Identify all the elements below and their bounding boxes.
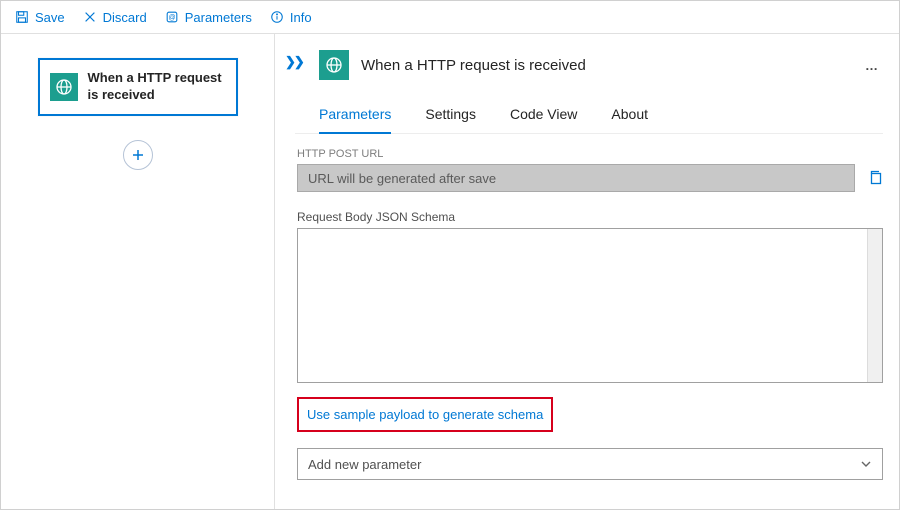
- sample-payload-highlight: Use sample payload to generate schema: [297, 397, 553, 432]
- schema-textarea[interactable]: [297, 228, 883, 383]
- panel-tabs: Parameters Settings Code View About: [295, 100, 883, 134]
- add-new-parameter-label: Add new parameter: [308, 457, 421, 472]
- http-post-url-field: URL will be generated after save: [297, 164, 855, 192]
- canvas-sidebar: When a HTTP request is received: [1, 34, 275, 509]
- parameters-icon: @: [165, 10, 179, 24]
- tab-parameters[interactable]: Parameters: [319, 100, 391, 134]
- parameters-label: Parameters: [185, 10, 252, 25]
- schema-label: Request Body JSON Schema: [297, 210, 883, 224]
- http-trigger-icon: [319, 50, 349, 80]
- discard-icon: [83, 10, 97, 24]
- add-new-parameter-dropdown[interactable]: Add new parameter: [297, 448, 883, 480]
- discard-button[interactable]: Discard: [75, 6, 155, 29]
- http-post-url-label: HTTP POST URL: [297, 148, 883, 160]
- discard-label: Discard: [103, 10, 147, 25]
- use-sample-payload-link[interactable]: Use sample payload to generate schema: [307, 407, 543, 422]
- http-post-url-value: URL will be generated after save: [308, 171, 496, 186]
- chevron-down-icon: [860, 458, 872, 470]
- details-panel: ❯❯ When a HTTP request is received … Par…: [275, 34, 899, 509]
- save-label: Save: [35, 10, 65, 25]
- collapse-panel-button[interactable]: ❯❯: [285, 54, 303, 70]
- save-button[interactable]: Save: [7, 6, 73, 29]
- save-icon: [15, 10, 29, 24]
- trigger-card[interactable]: When a HTTP request is received: [38, 58, 238, 116]
- tab-settings[interactable]: Settings: [425, 100, 476, 134]
- svg-text:@: @: [168, 15, 175, 22]
- tab-about[interactable]: About: [611, 100, 648, 134]
- panel-title: When a HTTP request is received: [349, 57, 865, 74]
- tab-code-view[interactable]: Code View: [510, 100, 577, 134]
- copy-url-button[interactable]: [867, 169, 883, 188]
- add-step-button[interactable]: [123, 140, 153, 170]
- info-icon: [270, 10, 284, 24]
- panel-overflow-menu[interactable]: …: [865, 58, 883, 73]
- info-label: Info: [290, 10, 312, 25]
- info-button[interactable]: Info: [262, 6, 320, 29]
- copy-icon: [867, 169, 883, 185]
- http-trigger-icon: [50, 73, 78, 101]
- parameters-button[interactable]: @ Parameters: [157, 6, 260, 29]
- trigger-card-title: When a HTTP request is received: [78, 70, 226, 104]
- plus-icon: [131, 148, 145, 162]
- command-bar: Save Discard @ Parameters Info: [1, 1, 899, 34]
